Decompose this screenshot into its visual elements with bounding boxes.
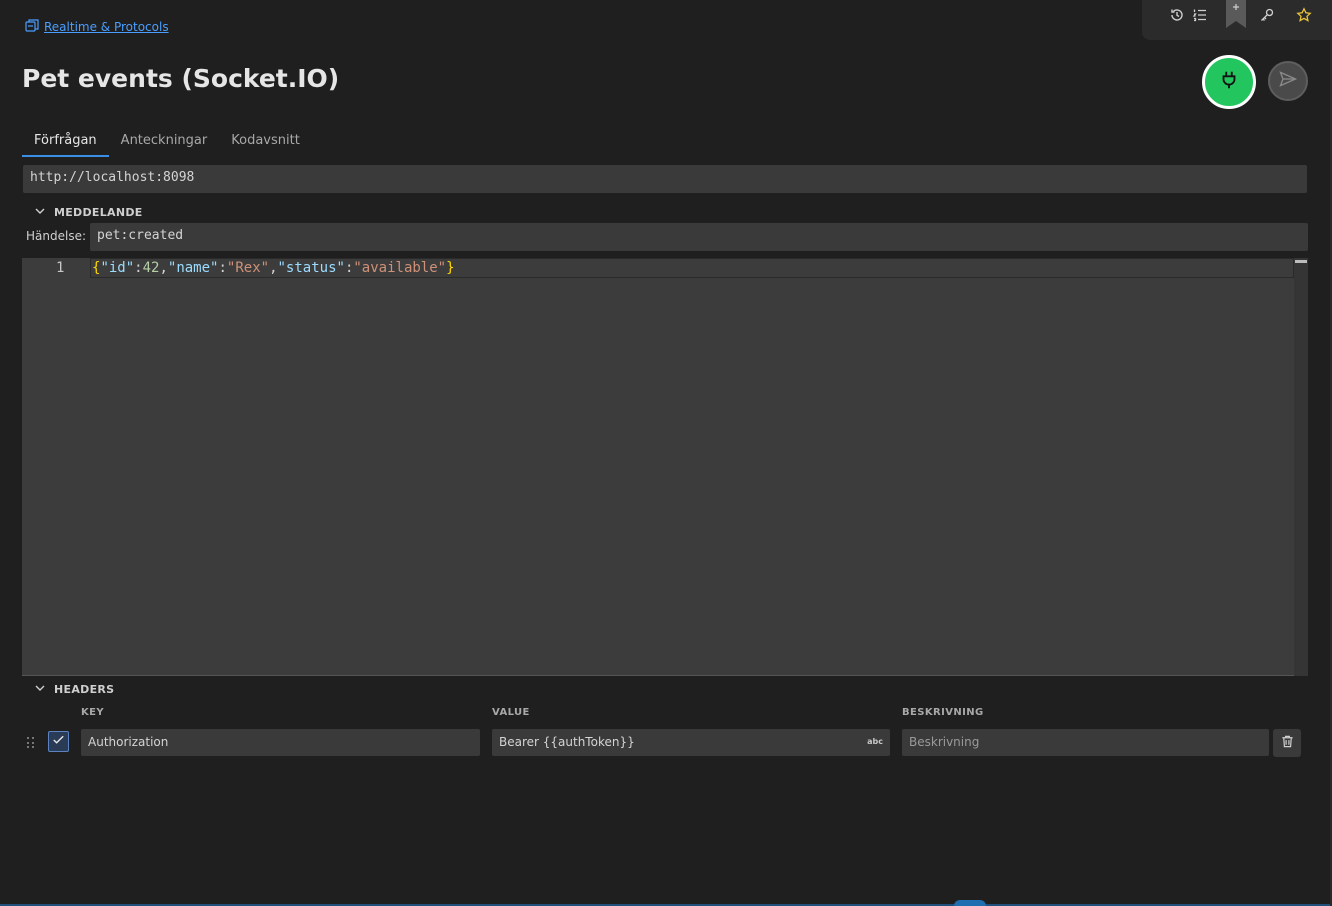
code-brace-close: } [446, 260, 455, 276]
star-icon[interactable] [1293, 4, 1315, 26]
breadcrumb: Realtime & Protocols [24, 17, 169, 37]
column-header-value: VALUE [492, 707, 530, 718]
column-header-description: BESKRIVNING [902, 707, 984, 718]
message-section-toggle[interactable]: MEDDELANDE [34, 205, 143, 220]
request-tabs: Förfrågan Anteckningar Kodavsnitt [22, 127, 312, 157]
event-input[interactable]: pet:created [90, 223, 1308, 251]
plug-icon [1218, 69, 1240, 95]
send-button[interactable] [1268, 61, 1308, 101]
header-value-text: Bearer {{authToken}} [499, 735, 635, 749]
headers-section-toggle[interactable]: HEADERS [34, 682, 114, 697]
editor-scrollbar[interactable] [1294, 258, 1308, 676]
header-enabled-checkbox[interactable] [48, 731, 69, 752]
code-colon: : [218, 260, 227, 276]
headers-section-label: HEADERS [54, 683, 115, 696]
tab-snippets[interactable]: Kodavsnitt [219, 127, 312, 157]
key-icon[interactable] [1256, 4, 1278, 26]
breadcrumb-link[interactable]: Realtime & Protocols [44, 20, 169, 34]
line-number: 1 [56, 260, 65, 276]
scrollbar-thumb[interactable] [1295, 260, 1307, 263]
page-title: Pet events (Socket.IO) [22, 64, 340, 93]
event-label: Händelse: [26, 229, 86, 243]
code-comma: , [159, 260, 168, 276]
app-window: Realtime & Protocols Pet events (Socket.… [0, 0, 1332, 906]
code-value-name: "Rex" [226, 260, 270, 276]
header-value-input[interactable]: Bearer {{authToken}} abc [492, 729, 890, 756]
panel-resize-handle[interactable] [954, 900, 986, 906]
header-key-input[interactable]: Authorization [81, 729, 480, 756]
checkmark-icon [51, 732, 66, 751]
tab-notes[interactable]: Anteckningar [109, 127, 220, 157]
url-input[interactable]: http://localhost:8098 [23, 165, 1307, 193]
column-header-key: KEY [81, 707, 105, 718]
code-key-id: "id" [100, 260, 135, 276]
trash-icon [1280, 734, 1295, 753]
code-value-id: 42 [142, 260, 160, 276]
connect-button[interactable] [1202, 55, 1256, 109]
code-key-name: "name" [167, 260, 219, 276]
tab-request[interactable]: Förfrågan [22, 127, 109, 157]
code-comma: , [269, 260, 278, 276]
message-section-label: MEDDELANDE [54, 206, 143, 219]
top-toolbar [1142, 0, 1332, 40]
chevron-down-icon [34, 682, 46, 697]
delete-header-button[interactable] [1273, 729, 1301, 757]
header-description-input[interactable]: Beskrivning [902, 729, 1269, 756]
code-colon: : [134, 260, 143, 276]
message-editor[interactable]: 1 {"id":42,"name":"Rex","status":"availa… [22, 258, 1308, 676]
code-line[interactable]: {"id":42,"name":"Rex","status":"availabl… [90, 258, 1294, 278]
list-icon[interactable] [1189, 4, 1211, 26]
history-icon[interactable] [1166, 4, 1188, 26]
code-key-status: "status" [277, 260, 345, 276]
bookmark-icon[interactable] [1226, 0, 1246, 28]
chevron-down-icon [34, 205, 46, 220]
collection-icon [24, 17, 40, 37]
drag-handle-icon[interactable] [27, 737, 35, 749]
code-value-status: "available" [353, 260, 447, 276]
send-icon [1278, 69, 1298, 93]
text-type-tag[interactable]: abc [867, 737, 883, 746]
